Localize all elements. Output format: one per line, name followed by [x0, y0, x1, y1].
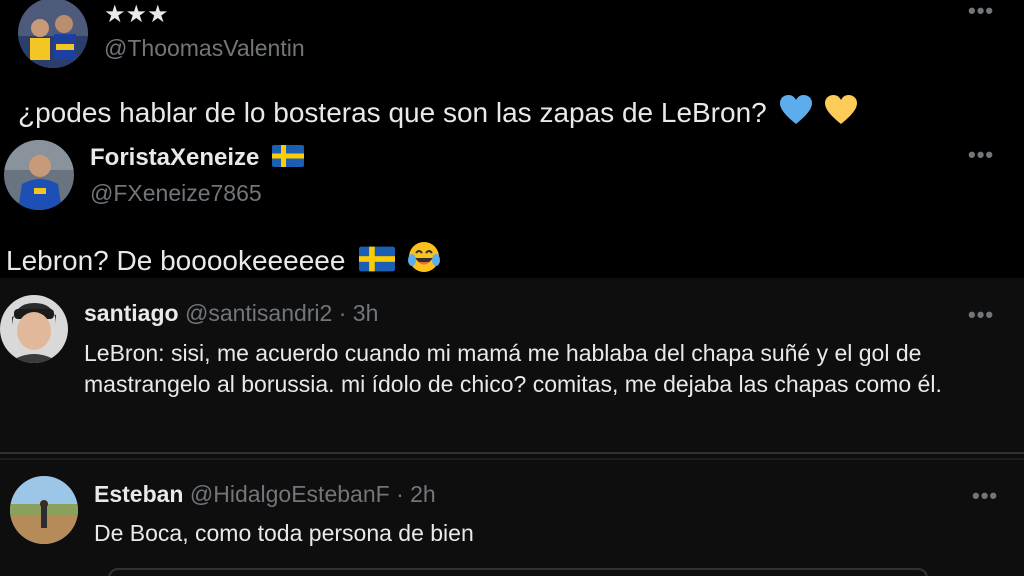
- sweden-flag-icon: [272, 145, 305, 167]
- timestamp[interactable]: 3h: [353, 300, 379, 326]
- tweet-text: ¿podes hablar de lo bosteras que son las…: [18, 94, 858, 129]
- divider: [0, 452, 1024, 454]
- embedded-card[interactable]: [108, 568, 928, 576]
- separator: ·: [338, 300, 347, 326]
- display-name[interactable]: Esteban: [94, 481, 183, 507]
- tweet-text: Lebron? De booookeeeeee: [6, 240, 441, 277]
- user-handle[interactable]: @HidalgoEstebanF: [190, 481, 390, 507]
- reply-header: santiago @santisandri2 · 3h: [84, 300, 378, 327]
- avatar[interactable]: [0, 295, 68, 363]
- display-name[interactable]: ForistaXeneize: [90, 144, 305, 172]
- yellow-heart-icon: [825, 95, 858, 124]
- reply-text: LeBron: sisi, me acuerdo cuando mi mamá …: [84, 340, 942, 397]
- user-handle[interactable]: @santisandri2: [185, 300, 332, 326]
- user-photo-icon: [0, 295, 68, 363]
- more-options-icon[interactable]: •••: [968, 0, 994, 22]
- tweet-text-content: ¿podes hablar de lo bosteras que son las…: [18, 97, 767, 128]
- avatar[interactable]: [4, 140, 74, 210]
- more-options-icon[interactable]: •••: [972, 485, 998, 507]
- more-options-icon[interactable]: •••: [968, 144, 994, 166]
- avatar[interactable]: [10, 476, 78, 544]
- user-handle[interactable]: @ThoomasValentin: [104, 35, 305, 62]
- avatar[interactable]: [18, 0, 88, 68]
- separator: ·: [396, 481, 404, 507]
- user-photo-icon: [18, 0, 88, 68]
- user-photo-icon: [4, 140, 74, 210]
- tears-of-joy-icon: [407, 242, 440, 272]
- divider: [0, 458, 1024, 460]
- sweden-flag-icon: [359, 246, 396, 272]
- user-handle[interactable]: @FXeneize7865: [90, 180, 262, 207]
- timestamp[interactable]: 2h: [410, 481, 436, 507]
- reply-header: Esteban @HidalgoEstebanF · 2h: [94, 481, 436, 508]
- display-name-text: ForistaXeneize: [90, 144, 260, 171]
- blue-heart-icon: [779, 95, 812, 124]
- reply-text: De Boca, como toda persona de bien: [94, 520, 474, 546]
- more-options-icon[interactable]: •••: [968, 304, 994, 326]
- tweet-text-content: Lebron? De booookeeeeee: [6, 245, 346, 276]
- user-photo-icon: [10, 476, 78, 544]
- display-name[interactable]: santiago: [84, 300, 179, 326]
- display-name[interactable]: ★★★: [104, 0, 169, 29]
